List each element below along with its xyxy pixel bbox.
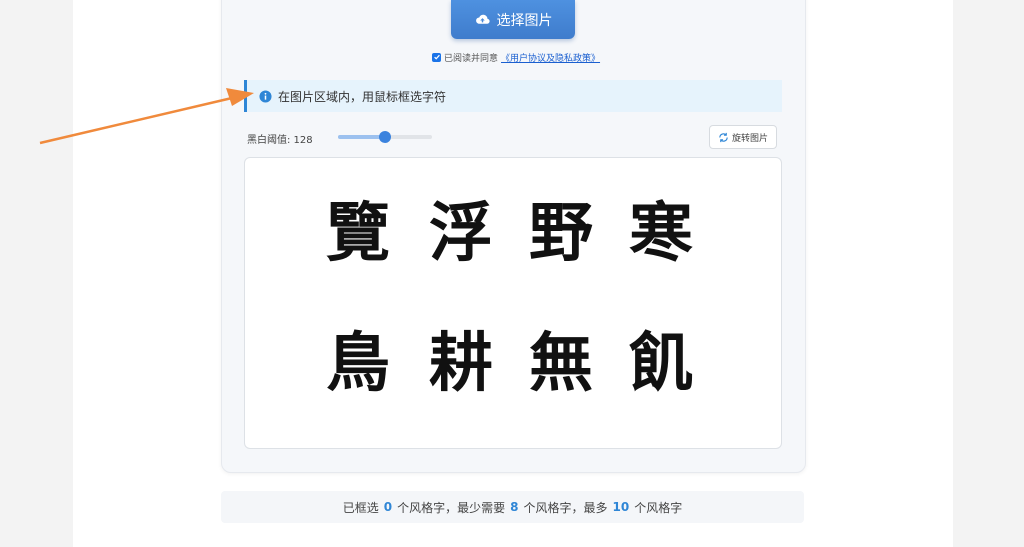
calligraphy-char: 浮 xyxy=(429,196,493,271)
rotate-image-button[interactable]: 旋转图片 xyxy=(709,125,777,149)
rotate-icon xyxy=(719,132,728,142)
selection-counter: 已框选 0 个风格字，最少需要 8 个风格字，最多 10 个风格字 xyxy=(221,491,804,523)
counter-suffix: 个风格字 xyxy=(634,500,683,515)
image-canvas[interactable]: 覽 浮 野 寒 鳥 耕 無 飢 xyxy=(244,157,782,449)
info-icon xyxy=(259,89,272,103)
agreement-link[interactable]: 《用户协议及隐私政策》 xyxy=(501,51,600,64)
check-icon xyxy=(433,54,440,60)
min-count: 8 xyxy=(510,500,519,514)
notice-text: 在图片区域内，用鼠标框选字符 xyxy=(278,89,447,104)
slider-fill xyxy=(338,135,385,139)
counter-mid1: 个风格字，最少需要 xyxy=(397,500,506,515)
cloud-upload-icon xyxy=(475,14,490,24)
counter-mid2: 个风格字，最多 xyxy=(523,500,608,515)
calligraphy-char: 覽 xyxy=(326,196,390,271)
agreement-text: 已阅读并同意 xyxy=(444,53,499,64)
calligraphy-char: 飢 xyxy=(629,326,693,401)
calligraphy-char: 無 xyxy=(529,326,593,401)
threshold-slider[interactable] xyxy=(338,131,432,143)
select-image-label: 选择图片 xyxy=(496,12,553,29)
agreement-checkbox[interactable] xyxy=(432,52,441,62)
calligraphy-char: 鳥 xyxy=(326,326,390,401)
selected-count: 0 xyxy=(383,500,393,514)
select-image-button[interactable]: 选择图片 xyxy=(451,0,575,39)
slider-thumb[interactable] xyxy=(379,131,391,143)
calligraphy-char: 耕 xyxy=(429,326,493,401)
agreement-row: 已阅读并同意 《用户协议及隐私政策》 xyxy=(432,50,600,64)
rotate-label: 旋转图片 xyxy=(731,133,768,144)
max-count: 10 xyxy=(612,500,630,514)
calligraphy-char: 寒 xyxy=(629,196,693,271)
threshold-label: 黑白阈值: 128 xyxy=(247,135,313,146)
instruction-notice: 在图片区域内，用鼠标框选字符 xyxy=(244,80,782,112)
counter-prefix: 已框选 xyxy=(342,500,379,515)
calligraphy-char: 野 xyxy=(529,196,593,271)
